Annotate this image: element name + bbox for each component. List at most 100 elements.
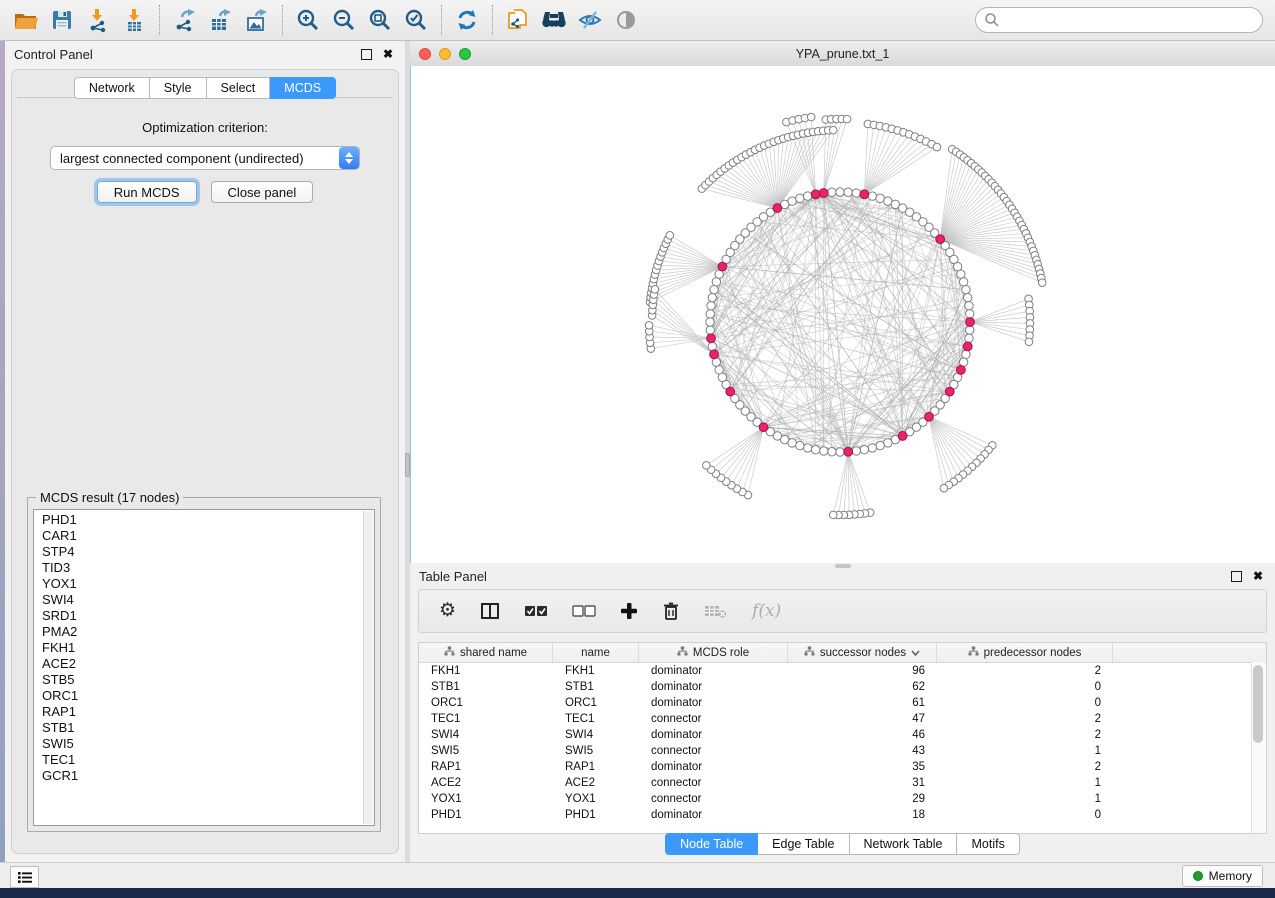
clone-network-icon[interactable] [500,4,536,36]
network-node[interactable] [708,342,716,350]
table-cell[interactable]: 2 [937,663,1113,679]
network-search-box[interactable] [975,7,1263,33]
network-node[interactable] [962,350,970,358]
network-node[interactable] [868,192,876,200]
mcds-result-item[interactable]: CAR1 [42,528,364,544]
network-node[interactable] [828,188,836,196]
table-cell[interactable]: 18 [788,807,937,823]
zoom-out-icon[interactable] [326,4,362,36]
leaf-node[interactable] [645,322,653,330]
table-cell[interactable]: YOX1 [419,791,553,807]
network-window-titlebar[interactable]: YPA_prune.txt_1 [410,41,1275,67]
table-cell[interactable]: 46 [788,727,937,743]
network-node[interactable] [828,448,836,456]
table-cell[interactable]: connector [639,743,788,759]
network-node[interactable] [852,447,860,455]
network-node[interactable] [876,194,884,202]
mcds-result-item[interactable]: PMA2 [42,624,364,640]
table-cell[interactable]: FKH1 [553,663,639,679]
mcds-result-item[interactable]: SRD1 [42,608,364,624]
table-cell[interactable]: 0 [937,807,1113,823]
network-node[interactable] [712,278,720,286]
table-cell[interactable]: dominator [639,663,788,679]
select-all-icon[interactable] [524,604,548,618]
table-cell[interactable]: SWI4 [553,727,639,743]
network-node[interactable] [962,285,970,293]
table-cell[interactable]: 2 [937,711,1113,727]
table-row[interactable]: SWI5SWI5connector431 [419,743,1266,759]
table-row[interactable]: TEC1TEC1connector472 [419,711,1266,727]
mcds-result-item[interactable]: GCR1 [42,768,364,784]
table-cell[interactable]: TEC1 [419,711,553,727]
export-network-icon[interactable] [167,4,203,36]
dominator-node[interactable] [710,350,719,359]
network-node[interactable] [706,318,714,326]
memory-button[interactable]: Memory [1182,865,1263,887]
network-node[interactable] [884,439,892,447]
tab-edge-table[interactable]: Edge Table [758,833,849,855]
table-cell[interactable]: 31 [788,775,937,791]
mcds-result-item[interactable]: STP4 [42,544,364,560]
zoom-fit-icon[interactable] [362,4,398,36]
mcds-result-item[interactable]: RAP1 [42,704,364,720]
dominator-node[interactable] [707,334,716,343]
table-cell[interactable]: 2 [937,727,1113,743]
mcds-result-item[interactable]: TID3 [42,560,364,576]
leaf-node[interactable] [1038,279,1046,287]
network-node[interactable] [796,441,804,449]
network-node[interactable] [965,334,973,342]
search-input[interactable] [1000,9,1262,31]
table-cell[interactable]: SWI5 [419,743,553,759]
leaf-node[interactable] [666,231,674,239]
network-node[interactable] [852,189,860,197]
network-node[interactable] [708,293,716,301]
network-node[interactable] [706,326,714,334]
table-cell[interactable]: STB1 [553,679,639,695]
mcds-result-item[interactable]: YOX1 [42,576,364,592]
mcds-result-item[interactable]: STB5 [42,672,364,688]
table-row[interactable]: ORC1ORC1dominator610 [419,695,1266,711]
table-row[interactable]: FKH1FKH1dominator962 [419,663,1266,679]
leaf-node[interactable] [829,511,837,519]
table-cell[interactable]: 62 [788,679,937,695]
network-node[interactable] [868,444,876,452]
dominator-node[interactable] [844,447,853,456]
table-cell[interactable]: 1 [937,775,1113,791]
mcds-result-item[interactable]: STB1 [42,720,364,736]
table-cell[interactable]: STB1 [419,679,553,695]
table-cell[interactable]: dominator [639,727,788,743]
close-table-panel-icon[interactable]: ✖ [1253,570,1266,583]
table-cell[interactable]: connector [639,711,788,727]
table-cell[interactable]: RAP1 [419,759,553,775]
table-cell[interactable]: FKH1 [419,663,553,679]
import-table-icon[interactable] [116,4,152,36]
leaf-node[interactable] [651,286,659,294]
leaf-node[interactable] [843,115,851,123]
dominator-node[interactable] [956,365,965,374]
network-node[interactable] [803,444,811,452]
table-cell[interactable]: TEC1 [553,711,639,727]
tab-style[interactable]: Style [150,77,207,99]
table-cell[interactable]: 96 [788,663,937,679]
network-node[interactable] [965,302,973,310]
table-row[interactable]: PHD1PHD1dominator180 [419,807,1266,823]
table-settings-gear-icon[interactable]: ⚙ [439,601,456,621]
table-row[interactable]: SWI4SWI4dominator462 [419,727,1266,743]
table-cell[interactable]: 1 [937,791,1113,807]
column-header-MCDS-role[interactable]: MCDS role [639,643,788,662]
table-scrollbar-thumb[interactable] [1253,665,1263,743]
table-cell[interactable]: SWI5 [553,743,639,759]
show-all-eye-icon[interactable] [608,4,644,36]
leaf-node[interactable] [703,462,711,470]
network-node[interactable] [796,194,804,202]
dominator-node[interactable] [936,235,945,244]
tab-network[interactable]: Network [74,77,150,99]
network-node[interactable] [844,188,852,196]
table-cell[interactable]: 0 [937,695,1113,711]
network-node[interactable] [860,445,868,453]
network-node[interactable] [820,447,828,455]
table-cell[interactable]: ORC1 [553,695,639,711]
leaf-node[interactable] [1025,338,1033,346]
delete-column-icon[interactable] [662,601,680,621]
table-cell[interactable]: dominator [639,807,788,823]
